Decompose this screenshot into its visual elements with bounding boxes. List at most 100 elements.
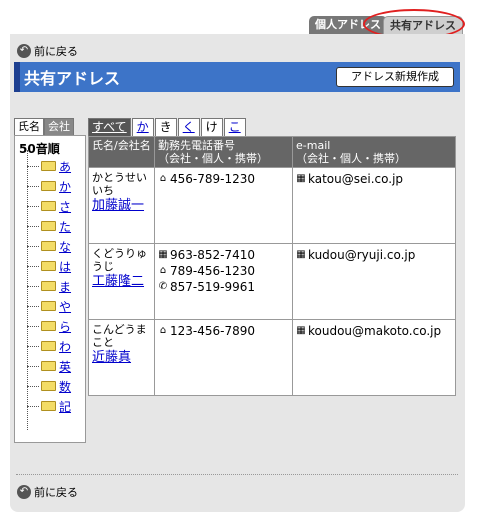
title-bar: 共有アドレス アドレス新規作成 bbox=[14, 62, 460, 92]
header-phone-line2: （会社・個人・携帯） bbox=[158, 152, 268, 165]
name-cell: くどうりゅうじ 工藤隆二 bbox=[88, 243, 155, 320]
tree-item[interactable]: 英 bbox=[27, 356, 71, 376]
tree-item[interactable]: あ bbox=[27, 156, 71, 176]
tree-item[interactable]: ま bbox=[27, 276, 71, 296]
folder-icon bbox=[41, 221, 56, 231]
tree-item[interactable]: た bbox=[27, 216, 71, 236]
person-link[interactable]: 加藤誠一 bbox=[92, 198, 144, 213]
tab-company[interactable]: 会社 bbox=[44, 118, 74, 135]
tab-ka[interactable]: か bbox=[131, 118, 154, 136]
tree-item-label[interactable]: 記 bbox=[59, 398, 71, 415]
table-header-row: 氏名/会社名 勤務先電話番号 （会社・個人・携帯） e-mail （会社・個人・… bbox=[88, 136, 456, 168]
phone-cell: ⌂ 123-456-7890 bbox=[154, 319, 293, 396]
back-arrow-icon: ↶ bbox=[17, 485, 31, 499]
email-cell: ▦ koudou@makoto.co.jp bbox=[292, 319, 456, 396]
home-icon: ⌂ bbox=[159, 265, 167, 276]
building-icon: ▦ bbox=[296, 249, 306, 260]
tab-personal-address[interactable]: 個人アドレス bbox=[309, 16, 387, 34]
folder-icon bbox=[41, 401, 56, 411]
tree-item[interactable]: 数 bbox=[27, 376, 71, 396]
home-icon: ⌂ bbox=[159, 325, 167, 336]
table-row: くどうりゅうじ 工藤隆二 ▦ 963-852-7410 ⌂ 789-456-1230… bbox=[88, 243, 456, 320]
tree-item[interactable]: わ bbox=[27, 336, 71, 356]
folder-icon bbox=[41, 301, 56, 311]
tree-item[interactable]: ら bbox=[27, 316, 71, 336]
tree-item-label[interactable]: わ bbox=[59, 338, 71, 355]
phone-number: 789-456-1230 bbox=[170, 264, 256, 278]
tree-item-label[interactable]: 数 bbox=[59, 378, 71, 395]
tab-ko[interactable]: こ bbox=[223, 118, 246, 136]
header-phone: 勤務先電話番号 （会社・個人・携帯） bbox=[154, 136, 293, 168]
folder-icon bbox=[41, 361, 56, 371]
table-row: こんどうまこと 近藤真 ⌂ 123-456-7890 ▦ koudou@makoto… bbox=[88, 319, 456, 396]
tree-item[interactable]: は bbox=[27, 256, 71, 276]
person-link[interactable]: 近藤真 bbox=[92, 350, 131, 365]
email-address: katou@sei.co.jp bbox=[308, 172, 404, 186]
building-icon: ▦ bbox=[158, 249, 168, 260]
tab-ku[interactable]: く bbox=[177, 118, 200, 136]
new-address-button[interactable]: アドレス新規作成 bbox=[336, 67, 454, 87]
name-kana: こんどうまこと bbox=[92, 323, 147, 349]
building-icon: ▦ bbox=[296, 325, 306, 336]
kana-tabs: すべて か き く け こ bbox=[88, 118, 247, 136]
name-cell: かとうせいいち 加藤誠一 bbox=[88, 167, 155, 244]
email-address: koudou@makoto.co.jp bbox=[308, 324, 442, 338]
phone-cell: ▦ 963-852-7410 ⌂ 789-456-1230 ✆ 857-519-996… bbox=[154, 243, 293, 320]
tree-item[interactable]: や bbox=[27, 296, 71, 316]
folder-icon bbox=[41, 321, 56, 331]
back-arrow-icon: ↶ bbox=[17, 44, 31, 58]
back-label: 前に戻る bbox=[34, 45, 78, 58]
tab-ki[interactable]: き bbox=[154, 118, 177, 136]
tab-shared-address[interactable]: 共有アドレス bbox=[383, 16, 463, 34]
folder-open-icon bbox=[41, 181, 56, 191]
phone-number: 456-789-1230 bbox=[170, 172, 256, 186]
building-icon: ▦ bbox=[296, 173, 306, 184]
tab-all[interactable]: すべて bbox=[88, 118, 131, 136]
tree-item-label[interactable]: た bbox=[59, 218, 71, 235]
divider bbox=[16, 474, 458, 475]
tree-item-label[interactable]: 英 bbox=[59, 358, 71, 375]
tab-ke[interactable]: け bbox=[200, 118, 223, 136]
tree-item[interactable]: 記 bbox=[27, 396, 71, 416]
header-email-line1: e-mail bbox=[296, 139, 331, 152]
tree-item[interactable]: な bbox=[27, 236, 71, 256]
folder-icon bbox=[41, 161, 56, 171]
header-phone-line1: 勤務先電話番号 bbox=[158, 139, 235, 152]
tree-item-label[interactable]: な bbox=[59, 238, 71, 255]
tree-item-label[interactable]: ら bbox=[59, 318, 71, 335]
tree-item-label[interactable]: や bbox=[59, 298, 71, 315]
header-email-line2: （会社・個人・携帯） bbox=[296, 152, 406, 165]
folder-icon bbox=[41, 261, 56, 271]
header-name: 氏名/会社名 bbox=[88, 136, 155, 168]
kana-tree: 50音順 あ か さ た な は ま や ら わ 英 数 記 bbox=[14, 135, 86, 443]
main-panel: ↶ 前に戻る 共有アドレス アドレス新規作成 氏名 会社 50音順 あ か さ … bbox=[10, 34, 465, 512]
address-table: 氏名/会社名 勤務先電話番号 （会社・個人・携帯） e-mail （会社・個人・… bbox=[88, 136, 456, 396]
tab-name[interactable]: 氏名 bbox=[14, 118, 44, 135]
tree-item[interactable]: さ bbox=[27, 196, 71, 216]
header-email: e-mail （会社・個人・携帯） bbox=[292, 136, 456, 168]
tree-item-label[interactable]: さ bbox=[59, 198, 71, 215]
back-link-bottom[interactable]: ↶ 前に戻る bbox=[17, 484, 78, 500]
tree-item[interactable]: か bbox=[27, 176, 71, 196]
folder-icon bbox=[41, 381, 56, 391]
mobile-icon: ✆ bbox=[158, 281, 168, 292]
email-address: kudou@ryuji.co.jp bbox=[308, 248, 416, 262]
person-link[interactable]: 工藤隆二 bbox=[92, 274, 144, 289]
folder-icon bbox=[41, 241, 56, 251]
name-kana: かとうせいいち bbox=[92, 171, 147, 197]
tree-item-label[interactable]: か bbox=[59, 178, 71, 195]
phone-number: 123-456-7890 bbox=[170, 324, 256, 338]
back-link-top[interactable]: ↶ 前に戻る bbox=[17, 43, 78, 59]
email-cell: ▦ kudou@ryuji.co.jp bbox=[292, 243, 456, 320]
folder-icon bbox=[41, 341, 56, 351]
phone-number: 857-519-9961 bbox=[170, 280, 256, 294]
tree-item-label[interactable]: あ bbox=[59, 158, 71, 175]
home-icon: ⌂ bbox=[159, 173, 167, 184]
tree-root: 50音順 bbox=[19, 142, 60, 156]
back-label: 前に戻る bbox=[34, 486, 78, 499]
phone-number: 963-852-7410 bbox=[170, 248, 256, 262]
page-title: 共有アドレス bbox=[24, 69, 121, 88]
table-row: かとうせいいち 加藤誠一 ⌂ 456-789-1230 ▦ katou@sei.co… bbox=[88, 167, 456, 244]
tree-item-label[interactable]: は bbox=[59, 258, 71, 275]
tree-item-label[interactable]: ま bbox=[59, 278, 71, 295]
